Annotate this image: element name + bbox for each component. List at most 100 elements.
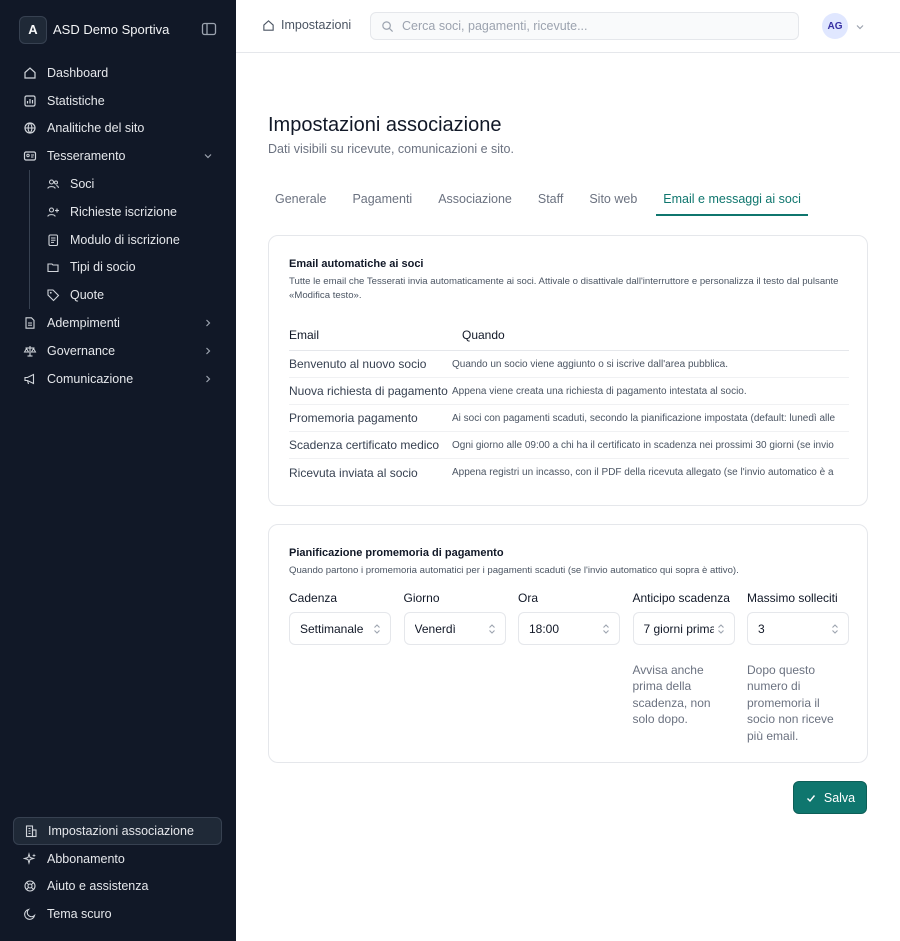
check-icon [805,792,817,804]
table-row: Nuova richiesta di pagamento Appena vien… [289,378,849,405]
sidebar-item-soci[interactable]: Soci [30,170,222,198]
tab-sito-web[interactable]: Sito web [582,186,644,216]
brand-name: ASD Demo Sportiva [53,22,170,37]
sidebar-item-label: Impostazioni associazione [48,823,194,838]
chevron-up-down-icon [372,623,382,635]
anticipo-select[interactable]: 7 giorni prima [632,612,735,645]
save-button[interactable]: Salva [793,781,867,814]
home-icon [23,66,37,80]
search-input[interactable] [402,19,782,33]
search-box[interactable] [370,12,799,40]
sidebar-item-abbonamento[interactable]: Abbonamento [13,845,222,873]
card-description: Quando partono i promemoria automatici p… [289,565,739,576]
select-value: 3 [758,621,765,636]
card-title: Email automatiche ai soci [289,258,424,270]
users-icon [46,177,60,191]
tab-pagamenti[interactable]: Pagamenti [345,186,419,216]
tab-staff[interactable]: Staff [531,186,570,216]
chevron-down-icon[interactable] [854,20,866,32]
sidebar-item-tesseramento[interactable]: Tesseramento [13,142,222,170]
sidebar-item-analitiche[interactable]: Analitiche del sito [13,115,222,143]
page-title: Impostazioni associazione [268,114,502,136]
sidebar-item-label: Richieste iscrizione [70,204,177,219]
email-when: Appena viene creata una richiesta di pag… [452,385,747,397]
sidebar-item-label: Modulo di iscrizione [70,232,180,247]
id-card-icon [23,149,37,163]
avatar[interactable]: AG [822,13,848,39]
form-icon [46,233,60,247]
tag-icon [46,288,60,302]
moon-icon [23,907,37,921]
chevron-right-icon [202,373,214,385]
sidebar-item-tema-scuro[interactable]: Tema scuro [13,900,222,928]
topbar: Impostazioni AG [236,0,900,53]
sidebar-item-label: Statistiche [47,93,105,108]
select-value: 7 giorni prima [643,621,714,636]
document-icon [23,316,37,330]
page-subtitle: Dati visibili su ricevute, comunicazioni… [268,142,514,156]
sidebar-item-label: Soci [70,177,95,192]
chevron-up-down-icon[interactable] [830,623,840,635]
sidebar-item-governance[interactable]: Governance [13,337,222,365]
table-row: Promemoria pagamento Ai soci con pagamen… [289,405,849,432]
card-title: Pianificazione promemoria di pagamento [289,547,504,559]
home-icon [262,19,275,32]
email-when: Ai soci con pagamenti scaduti, secondo l… [452,412,836,424]
tab-associazione[interactable]: Associazione [431,186,519,216]
chevron-up-down-icon [486,623,497,635]
sidebar-item-dashboard[interactable]: Dashboard [13,59,222,87]
email-when: Quando un socio viene aggiunto o si iscr… [452,358,728,370]
field-ora: Ora 18:00 [518,591,620,744]
megaphone-icon [23,372,37,386]
giorno-select[interactable]: Venerdì [403,612,506,645]
table-row: Scadenza certificato medico Ogni giorno … [289,432,849,459]
sidebar-item-comunicazione[interactable]: Comunicazione [13,365,222,393]
field-label: Massimo solleciti [747,591,838,605]
email-name: Nuova richiesta di pagamento [289,384,448,398]
breadcrumb[interactable]: Impostazioni [262,18,351,32]
email-name: Benvenuto al nuovo socio [289,357,427,371]
sidebar-item-label: Analitiche del sito [47,121,145,136]
email-name: Ricevuta inviata al socio [289,465,418,480]
brand[interactable]: A ASD Demo Sportiva [19,15,217,44]
sidebar-nav: Dashboard Statistiche Analitiche del sit… [13,59,222,393]
sidebar-item-aiuto[interactable]: Aiuto e assistenza [13,873,222,901]
sidebar-item-label: Comunicazione [47,371,134,386]
sidebar-item-adempimenti[interactable]: Adempimenti [13,309,222,337]
sidebar: A ASD Demo Sportiva Dashboard Statistich… [0,0,236,941]
email-when: Appena registri un incasso, con il PDF d… [452,467,834,478]
chevron-right-icon [202,317,214,329]
select-value: 18:00 [529,621,560,636]
table-row: Ricevuta inviata al socio Appena registr… [289,459,849,486]
sidebar-item-statistiche[interactable]: Statistiche [13,87,222,115]
card-description: Tutte le email che Tesserati invia autom… [289,276,839,301]
tab-generale[interactable]: Generale [268,186,333,216]
automatic-emails-card: Email automatiche ai soci Tutte le email… [268,235,868,506]
massimo-solleciti-stepper[interactable]: 3 [747,612,849,645]
sidebar-item-impostazioni[interactable]: Impostazioni associazione [13,817,222,845]
emails-table: Email Quando Benvenuto al nuovo socio Qu… [289,319,849,486]
sidebar-item-label: Adempimenti [47,316,120,331]
save-button-label: Salva [823,790,856,805]
sidebar-item-tipi-socio[interactable]: Tipi di socio [30,254,222,282]
sidebar-item-richieste[interactable]: Richieste iscrizione [30,198,222,226]
ora-select[interactable]: 18:00 [518,612,620,645]
sidebar-toggle-icon[interactable] [201,21,217,37]
cadenza-select[interactable]: Settimanale [289,612,391,645]
brand-logo: A [19,15,47,44]
sidebar-item-modulo[interactable]: Modulo di iscrizione [30,226,222,254]
sidebar-item-label: Aiuto e assistenza [47,879,149,894]
sidebar-subnav-tesseramento: Soci Richieste iscrizione Modulo di iscr… [29,170,222,310]
field-help: Avvisa anche prima della scadenza, non s… [632,663,711,727]
tab-email-messaggi[interactable]: Email e messaggi ai soci [656,186,808,216]
sidebar-item-label: Tesseramento [47,149,126,164]
reminder-schedule-card: Pianificazione promemoria di pagamento Q… [268,524,868,763]
email-name: Scadenza certificato medico [289,438,440,452]
email-name: Promemoria pagamento [289,411,418,425]
sidebar-item-label: Tipi di socio [70,260,136,275]
column-header-email: Email [289,327,320,342]
sidebar-item-label: Tema scuro [47,907,112,922]
chevron-right-icon [202,345,214,357]
select-value: Settimanale [300,621,364,636]
sidebar-item-quote[interactable]: Quote [30,281,222,309]
